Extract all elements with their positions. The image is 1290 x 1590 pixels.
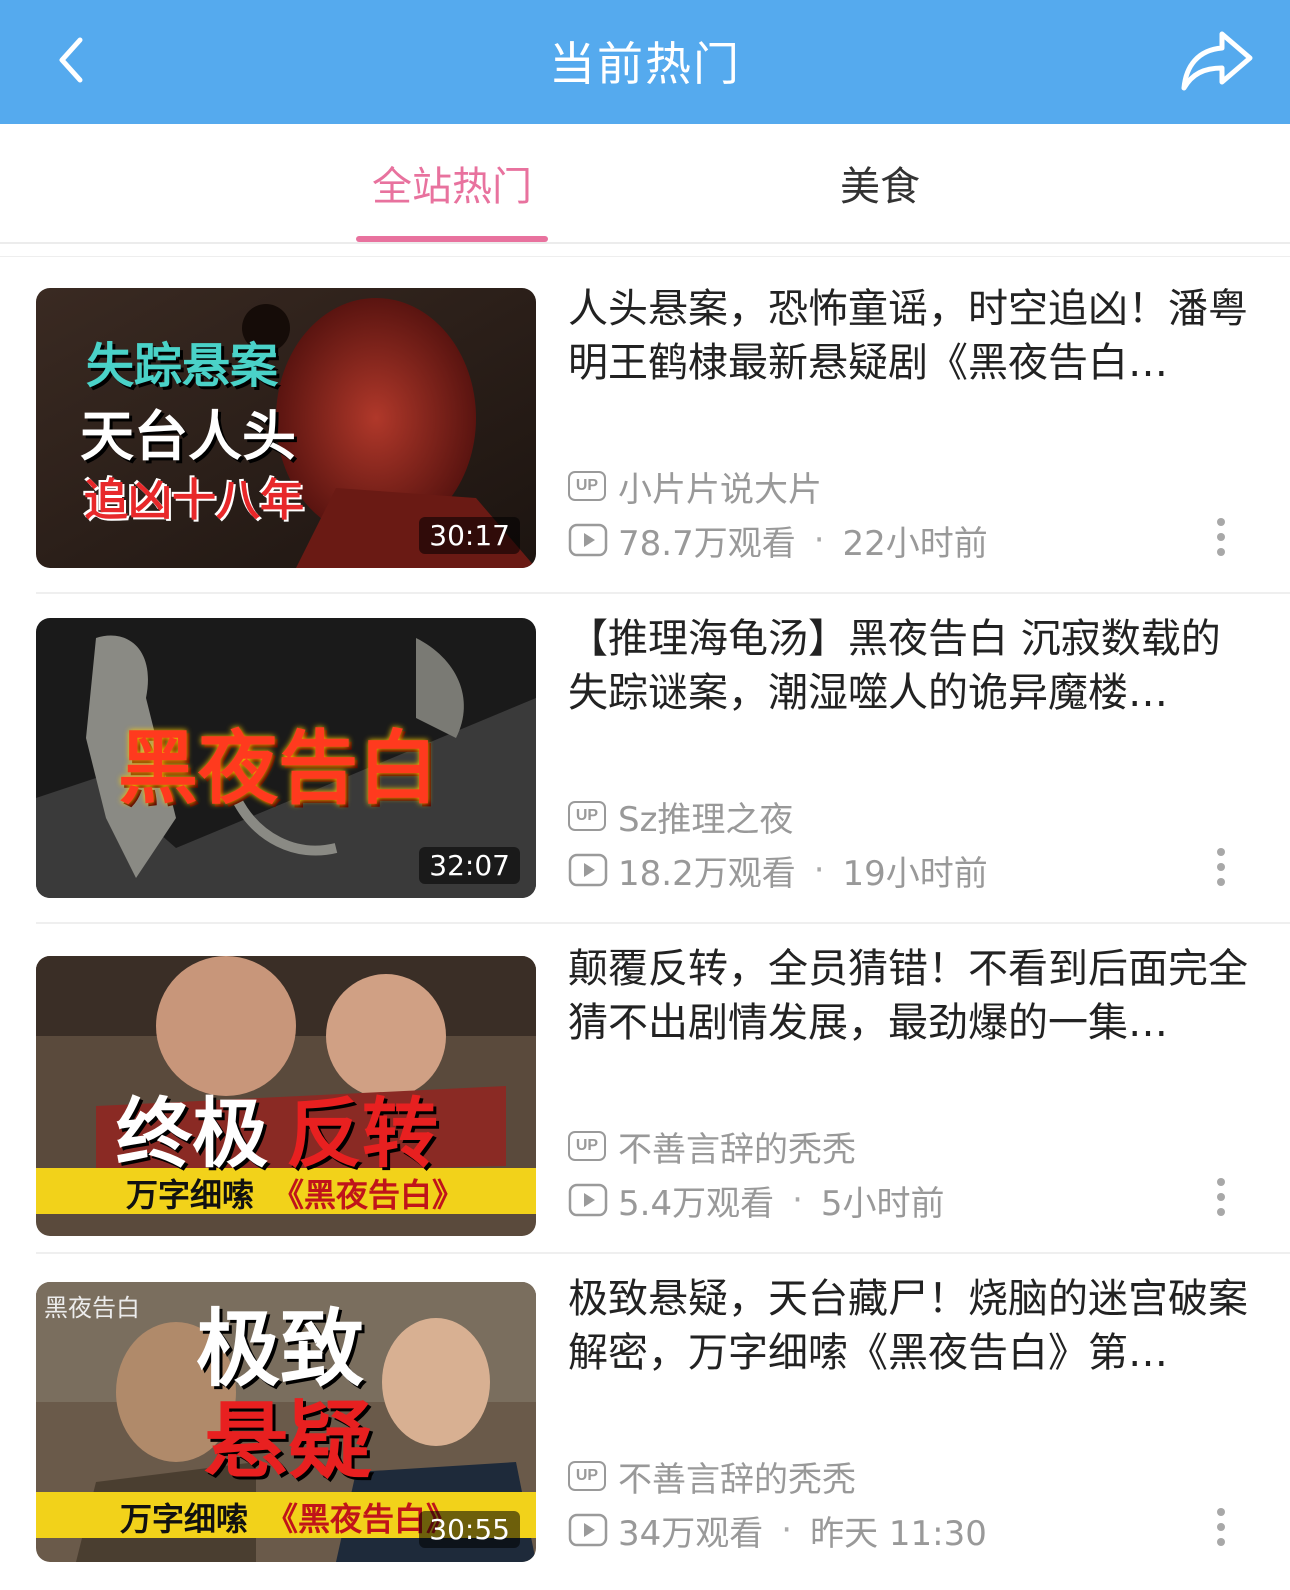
video-title[interactable]: 极致悬疑，天台藏尸！烧脑的迷宫破案解密，万字细嗦《黑夜告白》第…	[568, 1272, 1248, 1380]
dot-separator: ·	[792, 1180, 803, 1220]
top-bar: 当前热门	[0, 0, 1290, 124]
play-icon	[568, 1183, 608, 1217]
play-icon	[568, 1513, 608, 1547]
thumbnail-caption: 追凶十八年	[84, 475, 304, 526]
list-item[interactable]: 黑夜告白 32:07 【推理海龟汤】黑夜告白 沉寂数载的失踪谜案，潮湿噬人的诡异…	[0, 594, 1290, 924]
thumbnail-caption: 终极	[116, 1089, 268, 1178]
list-item[interactable]: 黑夜告白 极致 悬疑 万字细嗦 《黑夜告白》 30:55 极致悬疑，天台藏尸！烧…	[0, 1254, 1290, 1584]
thumbnail-caption: 悬疑	[204, 1392, 373, 1490]
uploader-row[interactable]: UP 小片片说大片	[568, 464, 822, 510]
uploader-row[interactable]: UP Sz推理之夜	[568, 794, 794, 840]
up-badge-icon: UP	[568, 801, 606, 831]
up-badge-icon: UP	[568, 1461, 606, 1491]
publish-time: 5小时前	[820, 1183, 945, 1224]
stats-row: 18.2万观看 · 19小时前	[568, 848, 988, 894]
view-count: 78.7万观看	[618, 523, 796, 564]
page-title: 当前热门	[549, 37, 741, 91]
share-icon[interactable]	[1180, 26, 1256, 96]
category-tabs: 全站热门 美食	[0, 124, 1290, 244]
play-icon	[568, 853, 608, 887]
up-badge-icon: UP	[568, 471, 606, 501]
uploader-row[interactable]: UP 不善言辞的秃秃	[568, 1124, 856, 1170]
video-thumbnail[interactable]: 黑夜告白 极致 悬疑 万字细嗦 《黑夜告白》 30:55	[36, 1282, 536, 1562]
active-tab-indicator	[356, 236, 548, 242]
video-title[interactable]: 颠覆反转，全员猜错！不看到后面完全猜不出剧情发展，最劲爆的一集…	[568, 942, 1248, 1050]
up-badge-icon: UP	[568, 1131, 606, 1161]
thumbnail-caption: 天台人头	[80, 405, 296, 468]
thumbnail-caption: 失踪悬案	[86, 338, 279, 394]
thumbnail-caption: 反转	[286, 1089, 438, 1178]
publish-time: 22小时前	[842, 523, 988, 564]
tab-site-hot[interactable]: 全站热门	[356, 154, 548, 212]
uploader-name: 不善言辞的秃秃	[618, 1129, 856, 1170]
video-title[interactable]: 人头悬案，恐怖童谣，时空追凶！潘粤明王鹤棣最新悬疑剧《黑夜告白…	[568, 282, 1248, 390]
thumbnail-caption: 《黑夜告白》	[272, 1176, 465, 1214]
view-count: 18.2万观看	[618, 853, 796, 894]
thumbnail-caption: 万字细嗦	[120, 1500, 249, 1538]
publish-time: 19小时前	[842, 853, 988, 894]
uploader-name: 小片片说大片	[618, 469, 822, 510]
uploader-name: Sz推理之夜	[618, 799, 794, 840]
publish-time: 昨天 11:30	[810, 1513, 987, 1554]
thumbnail-caption: 万字细嗦	[126, 1176, 255, 1214]
divider	[0, 256, 1290, 257]
video-thumbnail[interactable]: 失踪悬案 天台人头 追凶十八年 30:17	[36, 288, 536, 568]
thumbnail-caption: 黑夜告白	[44, 1294, 140, 1322]
thumbnail-caption: 黑夜告白	[118, 722, 438, 815]
dot-separator: ·	[781, 1510, 793, 1550]
video-thumbnail[interactable]: 黑夜告白 32:07	[36, 618, 536, 898]
tab-food[interactable]: 美食	[800, 154, 960, 212]
dot-separator: ·	[813, 520, 825, 560]
more-vertical-icon[interactable]	[1206, 842, 1236, 892]
video-thumbnail[interactable]: 终极 反转 万字细嗦 《黑夜告白》	[36, 956, 536, 1236]
dot-separator: ·	[813, 850, 825, 890]
video-duration: 30:17	[419, 517, 520, 554]
list-item[interactable]: 失踪悬案 天台人头 追凶十八年 30:17 人头悬案，恐怖童谣，时空追凶！潘粤明…	[0, 264, 1290, 594]
video-title[interactable]: 【推理海龟汤】黑夜告白 沉寂数载的失踪谜案，潮湿噬人的诡异魔楼…	[568, 612, 1248, 720]
view-count: 5.4万观看	[618, 1183, 775, 1224]
view-count: 34万观看	[618, 1513, 764, 1554]
more-vertical-icon[interactable]	[1206, 512, 1236, 562]
play-icon	[568, 523, 608, 557]
uploader-row[interactable]: UP 不善言辞的秃秃	[568, 1454, 856, 1500]
more-vertical-icon[interactable]	[1206, 1502, 1236, 1552]
video-duration: 32:07	[419, 847, 520, 884]
stats-row: 34万观看 · 昨天 11:30	[568, 1508, 987, 1554]
video-duration: 30:55	[419, 1511, 520, 1548]
uploader-name: 不善言辞的秃秃	[618, 1459, 856, 1500]
stats-row: 78.7万观看 · 22小时前	[568, 518, 988, 564]
list-item[interactable]: 终极 反转 万字细嗦 《黑夜告白》 颠覆反转，全员猜错！不看到后面完全猜不出剧情…	[0, 924, 1290, 1254]
more-vertical-icon[interactable]	[1206, 1172, 1236, 1222]
stats-row: 5.4万观看 · 5小时前	[568, 1178, 945, 1224]
